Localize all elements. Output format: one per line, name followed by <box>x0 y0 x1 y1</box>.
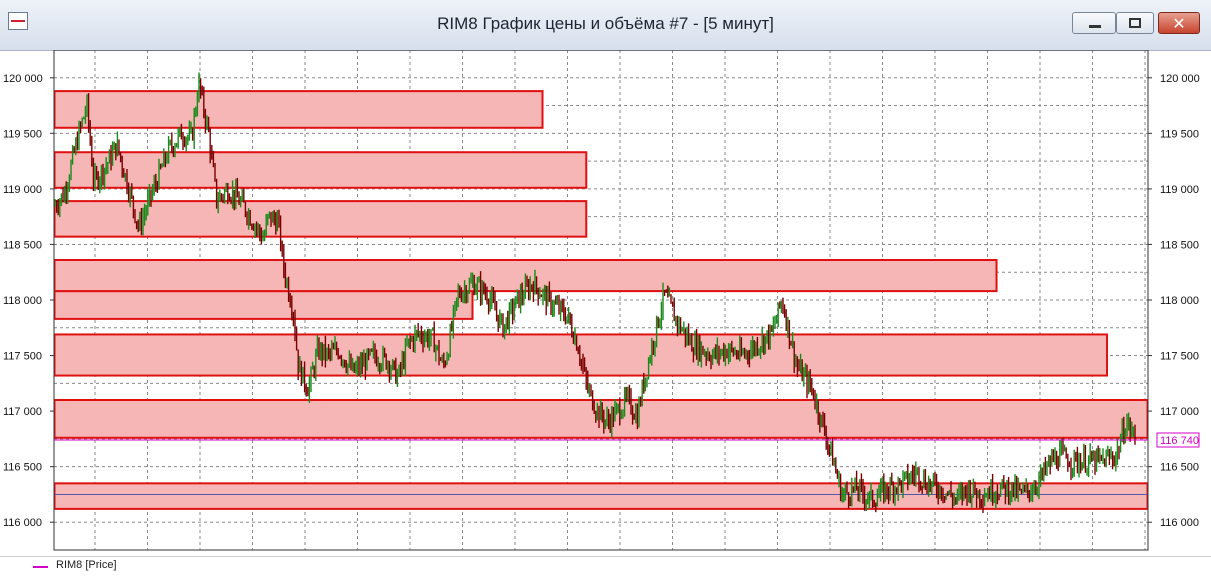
y-tick-label: 116 500 <box>1160 462 1199 474</box>
y-tick-label: 118 000 <box>1160 295 1199 307</box>
title-bar[interactable]: RIM8 График цены и объёма #7 - [5 минут]… <box>0 0 1211 51</box>
maximize-icon <box>1129 18 1141 28</box>
price-zone <box>53 151 588 189</box>
price-zone <box>53 90 544 129</box>
y-tick-label: 118 500 <box>1160 239 1199 251</box>
y-tick-label: 119 000 <box>1160 184 1199 196</box>
y-tick-label: 119 500 <box>3 128 42 140</box>
y-tick-label: 119 000 <box>3 184 42 196</box>
y-tick-label: 117 500 <box>3 351 42 363</box>
y-axis-left: 116 000 116 500 117 000 117 500 118 000 118 5… <box>3 73 54 529</box>
y-tick-label: 116 000 <box>3 517 42 529</box>
y-tick-label: 119 500 <box>1160 128 1199 140</box>
y-tick-label: 120 000 <box>1160 73 1200 85</box>
y-tick-label: 116 500 <box>3 462 42 474</box>
price-chart[interactable]: 116 000 116 500 117 000 117 500 118 000 118 5… <box>0 49 1211 556</box>
maximize-button[interactable] <box>1116 12 1154 34</box>
price-zone <box>53 200 588 238</box>
legend-swatch <box>33 566 48 568</box>
minimize-icon <box>1089 25 1101 28</box>
y-tick-label: 117 000 <box>3 406 42 418</box>
chart-window: RIM8 График цены и объёма #7 - [5 минут]… <box>0 0 1211 583</box>
minimize-button[interactable] <box>1072 12 1116 34</box>
y-tick-label: 118 500 <box>3 239 42 251</box>
close-button[interactable]: ✕ <box>1158 12 1200 34</box>
window-title: RIM8 График цены и объёма #7 - [5 минут] <box>437 14 774 33</box>
y-tick-label: 117 500 <box>1160 351 1199 363</box>
chart-canvas[interactable]: 116 000 116 500 117 000 117 500 118 000 118 5… <box>0 49 1211 556</box>
y-tick-label: 117 000 <box>1160 406 1199 418</box>
price-zone <box>53 290 474 320</box>
last-price-label: 116 740 <box>1160 435 1199 447</box>
y-tick-label: 118 000 <box>3 295 42 307</box>
y-axis-right: 116 000 116 500 117 000 117 500 118 000 118 5… <box>1148 73 1200 529</box>
y-tick-label: 116 000 <box>1160 517 1199 529</box>
legend-label: RIM8 [Price] <box>56 559 117 571</box>
y-tick-label: 120 000 <box>3 73 43 85</box>
close-icon: ✕ <box>1172 14 1186 33</box>
legend: RIM8 [Price] <box>0 556 1211 583</box>
